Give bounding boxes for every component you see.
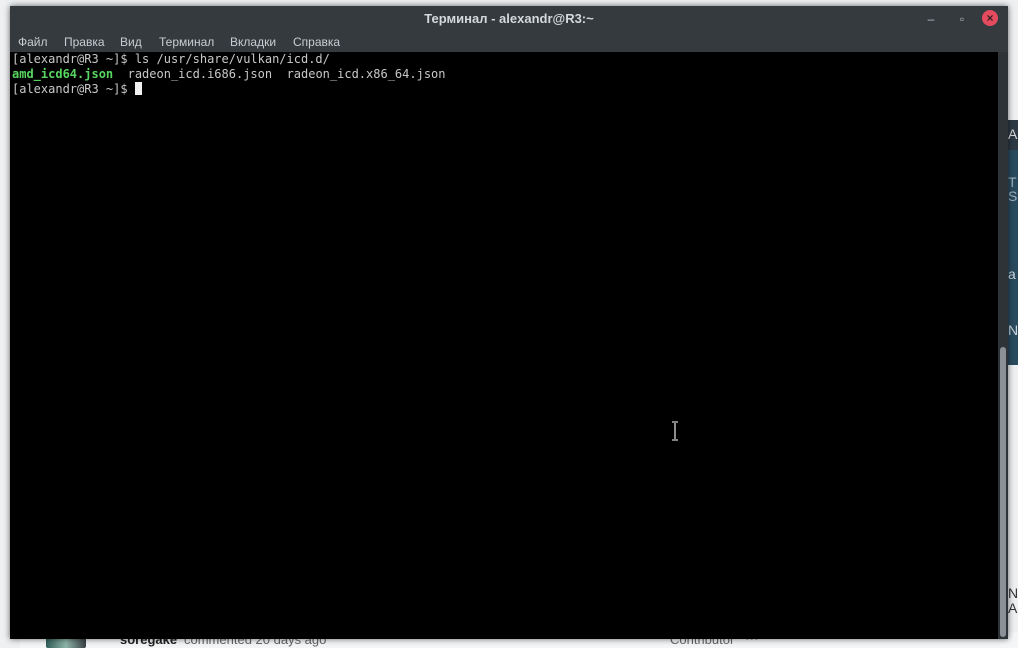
scrollbar-thumb[interactable] bbox=[1000, 347, 1006, 637]
menu-bar: Файл Правка Вид Терминал Вкладки Справка bbox=[10, 32, 1008, 52]
menu-help[interactable]: Справка bbox=[293, 35, 340, 49]
title-bar[interactable]: Терминал - alexandr@R3:~ – ▫ × bbox=[10, 6, 1008, 32]
minimize-button[interactable]: – bbox=[922, 10, 940, 28]
window-title: Терминал - alexandr@R3:~ bbox=[424, 11, 594, 26]
terminal-output[interactable]: [alexandr@R3 ~]$ ls /usr/share/vulkan/ic… bbox=[10, 52, 998, 639]
file-entry: radeon_icd.x86_64.json bbox=[286, 67, 446, 81]
prompt-line: [alexandr@R3 ~]$ bbox=[12, 82, 142, 97]
terminal-window: Терминал - alexandr@R3:~ – ▫ × Файл Прав… bbox=[10, 6, 1008, 639]
menu-file[interactable]: Файл bbox=[18, 35, 48, 49]
close-button[interactable]: × bbox=[982, 10, 998, 26]
menu-tabs[interactable]: Вкладки bbox=[230, 35, 276, 49]
menu-view[interactable]: Вид bbox=[120, 35, 142, 49]
background-edge-text: A bbox=[1008, 126, 1018, 142]
ls-output-line: amd_icd64.json radeon_icd.i686.json rade… bbox=[12, 67, 446, 82]
text-cursor bbox=[134, 82, 142, 95]
background-edge-text: a bbox=[1008, 266, 1016, 282]
file-entry: radeon_icd.i686.json bbox=[127, 67, 273, 81]
shell-prompt: [alexandr@R3 ~]$ bbox=[12, 82, 135, 96]
file-entry: amd_icd64.json bbox=[12, 67, 114, 81]
vertical-scrollbar[interactable] bbox=[998, 52, 1008, 639]
background-edge-text: A bbox=[1008, 600, 1018, 616]
menu-terminal[interactable]: Терминал bbox=[159, 35, 214, 49]
background-edge-text: S bbox=[1008, 188, 1018, 204]
background-edge-text: N bbox=[1008, 322, 1018, 338]
background-edge-text: N bbox=[1008, 585, 1018, 601]
maximize-button[interactable]: ▫ bbox=[953, 10, 971, 28]
command-line: [alexandr@R3 ~]$ ls /usr/share/vulkan/ic… bbox=[12, 52, 330, 66]
ibeam-cursor-icon bbox=[672, 421, 678, 441]
menu-edit[interactable]: Правка bbox=[64, 35, 105, 49]
